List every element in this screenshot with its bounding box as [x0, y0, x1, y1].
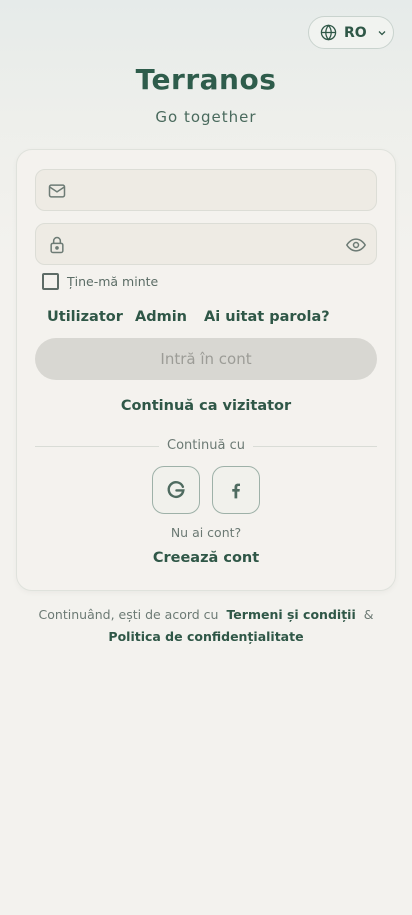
email-field[interactable] — [35, 169, 377, 212]
legal-and: & — [363, 607, 374, 622]
globe-icon — [320, 24, 337, 41]
remember-me-label: Ține-mă minte — [67, 273, 159, 289]
privacy-policy-link[interactable]: Politica de confidențialitate — [108, 629, 303, 644]
no-account-text: Nu ai cont? — [170, 525, 242, 540]
email-input[interactable] — [76, 170, 340, 212]
remember-me-checkbox[interactable] — [42, 272, 59, 290]
forgot-password-link[interactable]: Ai uitat parola? — [204, 309, 330, 325]
user-login-link[interactable]: Utilizator — [47, 309, 123, 325]
eye-icon[interactable] — [346, 235, 366, 255]
facebook-icon — [226, 480, 246, 500]
language-code: RO — [344, 24, 367, 41]
login-card: Ține-mă minte Utilizator Admin Ai uitat … — [16, 149, 396, 591]
mail-icon — [47, 181, 67, 201]
terms-link[interactable]: Termeni și condiții — [226, 607, 355, 622]
app-title: Terranos — [135, 63, 277, 96]
legal-notice: Continuând, ești de acord cu Termeni și … — [0, 604, 412, 648]
password-input[interactable] — [76, 224, 340, 266]
password-field[interactable] — [35, 223, 377, 266]
language-selector[interactable]: RO — [308, 16, 394, 49]
lock-icon — [47, 235, 67, 255]
app-subtitle: Go together — [155, 108, 257, 126]
divider-line-right — [253, 446, 377, 447]
login-button[interactable]: Intră în cont — [35, 338, 377, 380]
social-divider: Continuă cu — [35, 437, 377, 455]
admin-login-link[interactable]: Admin — [135, 309, 187, 325]
remember-me: Ține-mă minte — [42, 272, 158, 290]
chevron-down-icon — [376, 27, 388, 39]
login-links: Utilizator Admin Ai uitat parola? — [17, 309, 395, 329]
facebook-login-button[interactable] — [212, 466, 260, 514]
google-login-button[interactable] — [152, 466, 200, 514]
google-icon — [165, 479, 187, 501]
continue-as-guest-link[interactable]: Continuă ca vizitator — [17, 398, 395, 414]
create-account-link[interactable]: Creează cont — [17, 550, 395, 566]
legal-prefix: Continuând, ești de acord cu — [38, 607, 219, 622]
